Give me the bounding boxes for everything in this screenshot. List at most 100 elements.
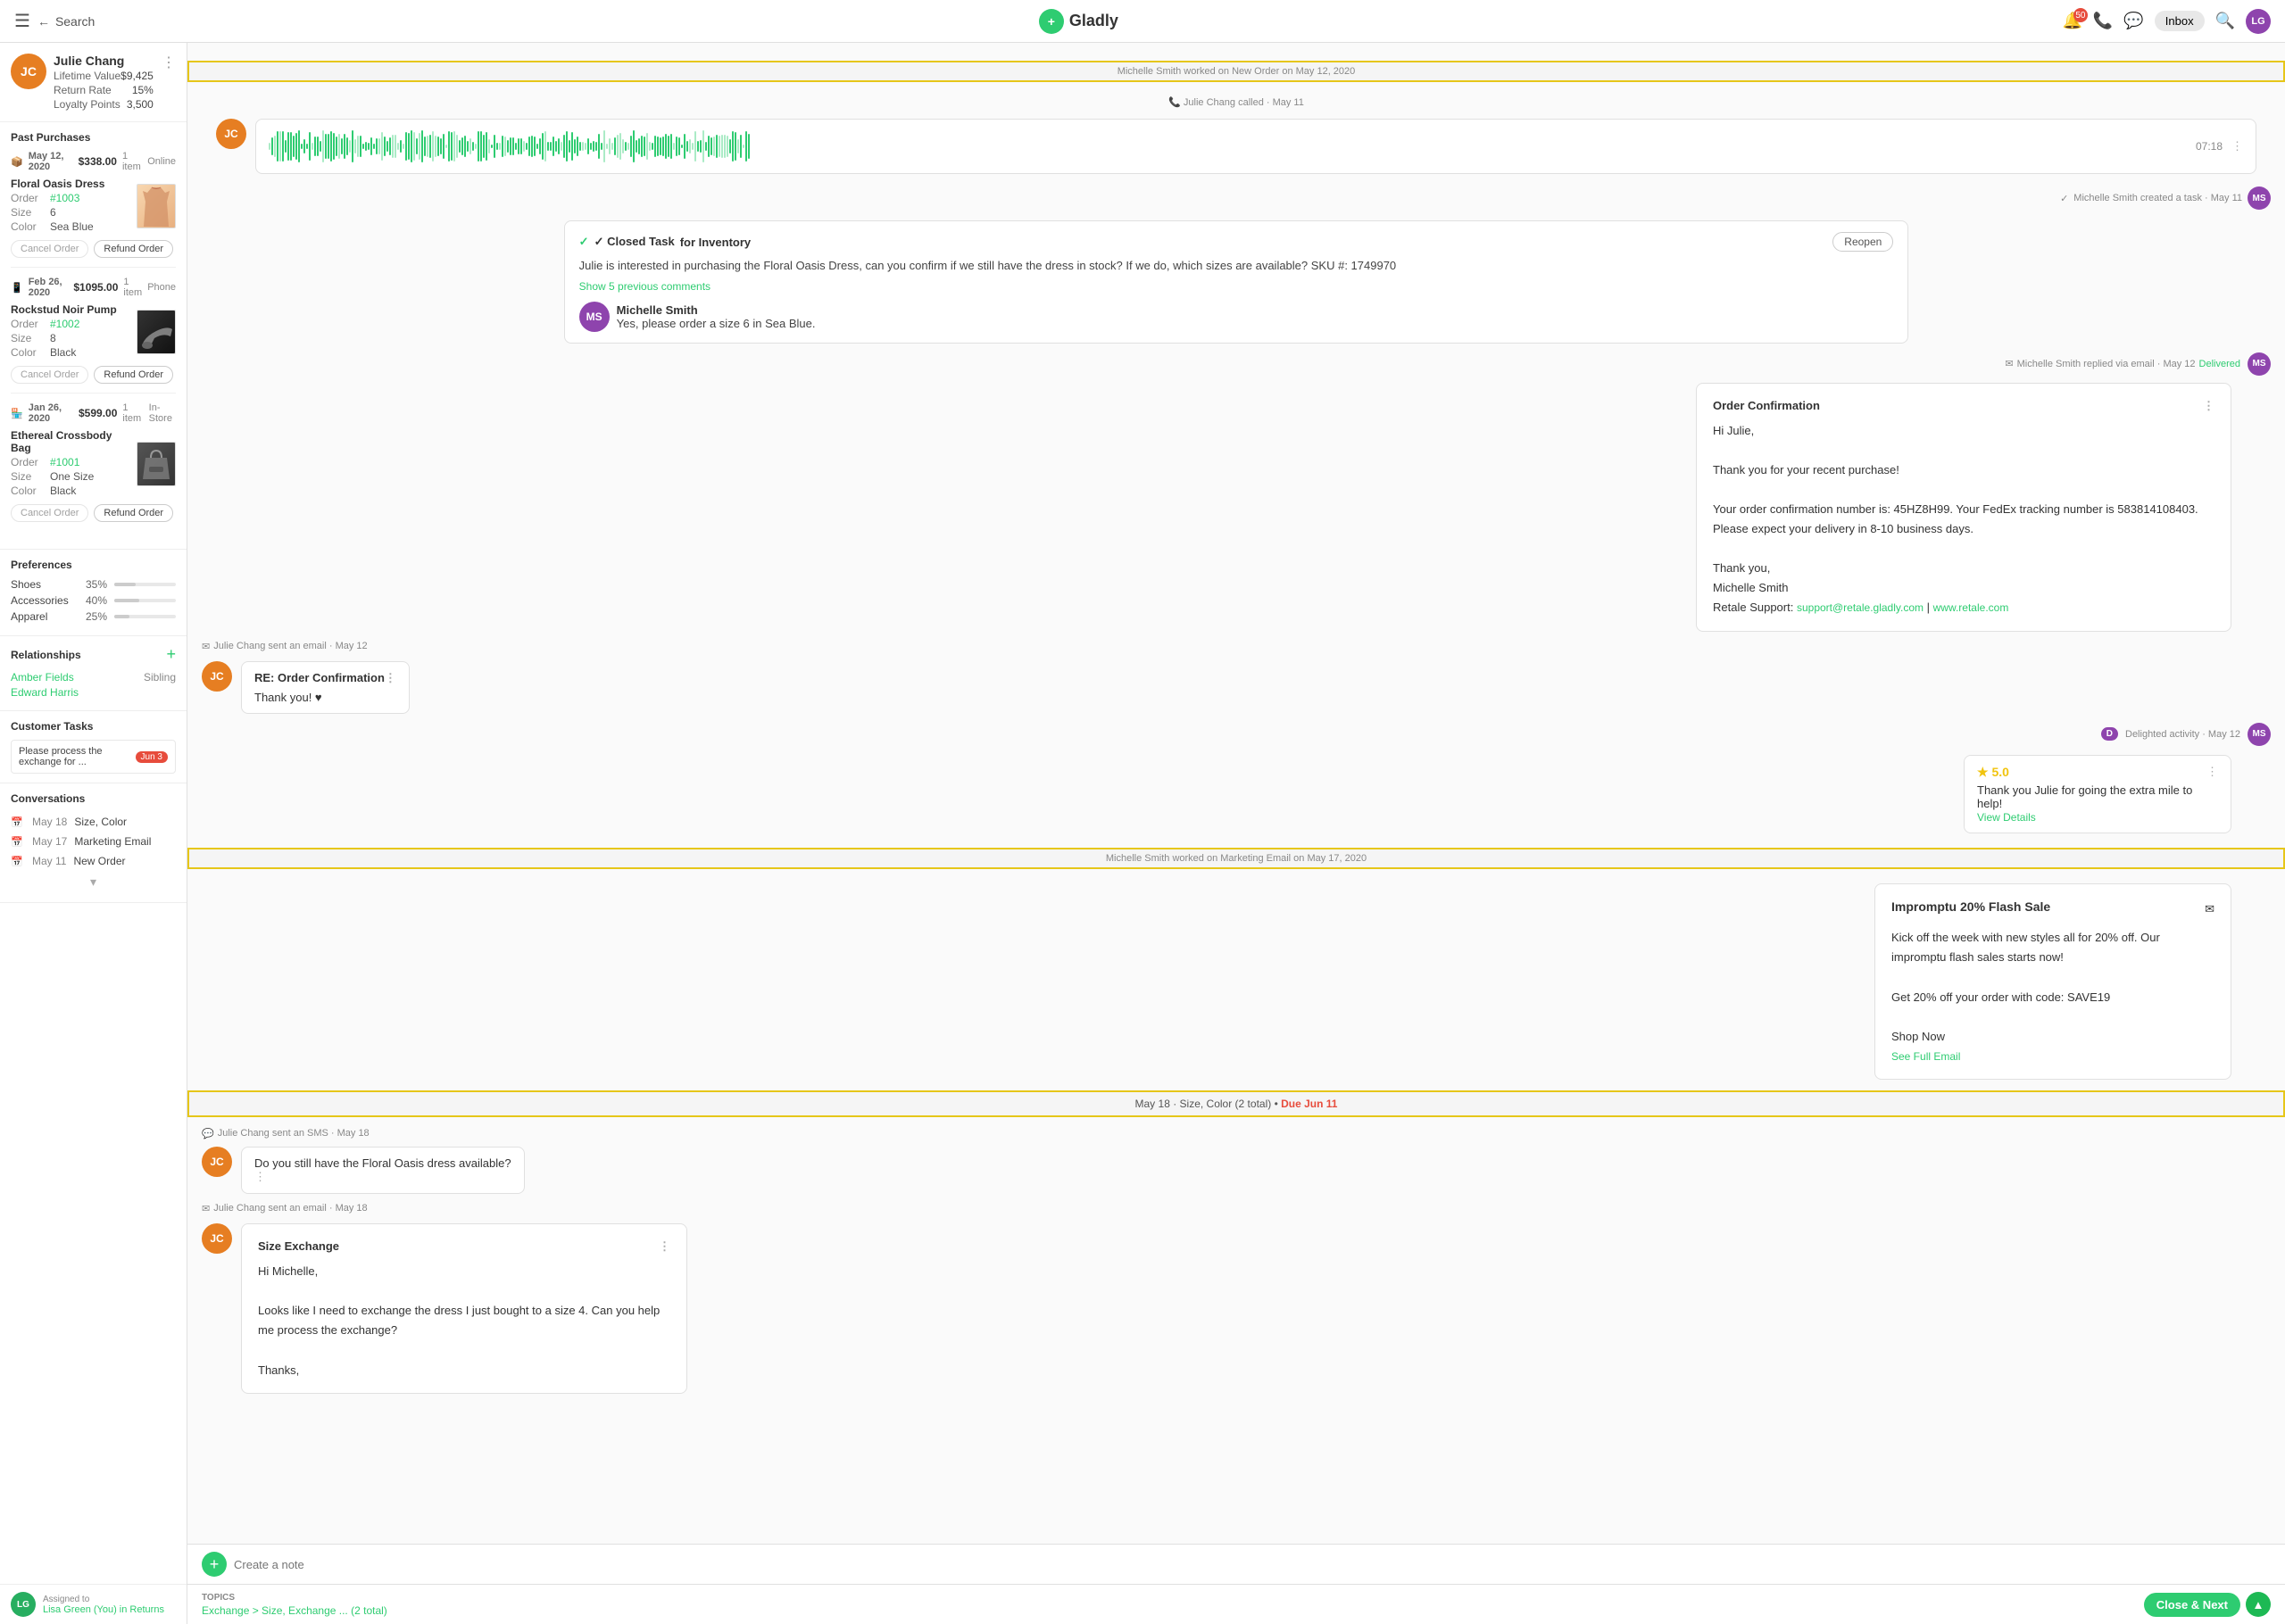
topics-bar: TOPICS Exchange > Size, Exchange ... (2 …	[187, 1584, 2285, 1624]
divider-new-order: Michelle Smith worked on New Order on Ma…	[187, 61, 2285, 82]
product-name-2: Rockstud Noir Pump	[11, 303, 129, 316]
marketing-email: Impromptu 20% Flash Sale ✉ Kick off the …	[1874, 883, 2231, 1080]
bottom-bar: +	[187, 1544, 2285, 1584]
reply-options-icon[interactable]: ⋮	[385, 671, 396, 685]
close-next-button[interactable]: Close & Next	[2144, 1593, 2240, 1617]
sms-row: JC Do you still have the Floral Oasis dr…	[187, 1143, 2285, 1197]
pref-accessories: Accessories 40%	[11, 594, 176, 607]
date-divider-may18: May 18 · Size, Color (2 total) • Due Jun…	[187, 1090, 2285, 1117]
more-options-button[interactable]: ⋮	[162, 54, 176, 71]
refund-order-btn-2[interactable]: Refund Order	[94, 366, 173, 384]
conversation-3[interactable]: 📅 May 11 New Order	[11, 851, 176, 871]
refund-order-btn-3[interactable]: Refund Order	[94, 504, 173, 522]
exchange-options-icon[interactable]: ⋮	[659, 1237, 670, 1256]
delighted-text: Thank you Julie for going the extra mile…	[1977, 783, 2218, 810]
michelle-avatar-delighted: MS	[2248, 723, 2271, 746]
order-link-3[interactable]: #1001	[50, 456, 79, 468]
refund-order-btn-1[interactable]: Refund Order	[94, 240, 173, 258]
relationship-2: Edward Harris	[11, 686, 176, 699]
inbox-button[interactable]: Inbox	[2155, 11, 2205, 31]
cancel-order-btn-3[interactable]: Cancel Order	[11, 504, 88, 522]
add-relationship-button[interactable]: +	[166, 645, 176, 664]
product-name-1: Floral Oasis Dress	[11, 178, 129, 190]
notification-badge: 50	[2073, 8, 2088, 22]
order-link-1[interactable]: #1003	[50, 192, 79, 204]
customer-avatar: JC	[11, 54, 46, 89]
chevron-up-button[interactable]: ▲	[2246, 1592, 2271, 1617]
show-comments-link[interactable]: Show 5 previous comments	[579, 280, 1894, 293]
customer-name: Julie Chang	[54, 54, 154, 68]
email-icon-sm: ✉	[2005, 358, 2013, 369]
call-icon: 📞	[1168, 97, 1181, 108]
note-input[interactable]	[234, 1558, 2271, 1571]
relationships-title: Relationships	[11, 649, 81, 661]
relationship-1: Amber Fields Sibling	[11, 671, 176, 684]
relationship-name-1[interactable]: Amber Fields	[11, 671, 74, 684]
chat-area: Michelle Smith worked on New Order on Ma…	[187, 43, 2285, 1544]
relationships-section: Relationships + Amber Fields Sibling Edw…	[0, 636, 187, 711]
email-greeting: Hi Julie,	[1713, 421, 2214, 441]
product-image-3	[137, 442, 176, 486]
conversation-2[interactable]: 📅 May 17 Marketing Email	[11, 832, 176, 851]
search-button[interactable]: ← Search	[37, 14, 95, 29]
sms-options-icon[interactable]: ⋮	[254, 1170, 266, 1183]
flash-sale-title: Impromptu 20% Flash Sale	[1891, 897, 2050, 918]
preferences-title: Preferences	[11, 559, 72, 571]
reopen-button[interactable]: Reopen	[1832, 232, 1893, 252]
conversations-chevron[interactable]: ▾	[11, 871, 176, 893]
task-text: Please process the exchange for ...	[19, 746, 132, 767]
email-close-icon[interactable]: ✉	[2205, 899, 2214, 919]
messages-button[interactable]: 💬	[2123, 12, 2143, 30]
flash-promo: Get 20% off your order with code: SAVE19	[1891, 988, 2214, 1007]
delighted-options-icon[interactable]: ⋮	[2206, 765, 2218, 779]
customer-tasks-section: Customer Tasks Please process the exchan…	[0, 711, 187, 783]
conversations-title: Conversations	[11, 792, 85, 805]
assigned-agent: Lisa Green (You) in Returns	[43, 1604, 164, 1615]
relationship-name-2[interactable]: Edward Harris	[11, 686, 79, 699]
see-full-email-link[interactable]: See Full Email	[1891, 1050, 1960, 1063]
size-exchange-email: Size Exchange ⋮ Hi Michelle, Looks like …	[241, 1223, 687, 1394]
reply-agent-name: Michelle Smith	[617, 303, 816, 317]
email-sign-thanks: Thank you,	[1713, 559, 2214, 578]
julie-reply-row: JC RE: Order Confirmation ⋮ Thank you! ♥	[187, 658, 2285, 717]
website-link[interactable]: www.retale.com	[1933, 601, 2009, 614]
order-confirmation-row: Order Confirmation ⋮ Hi Julie, Thank you…	[187, 379, 2285, 635]
order-link-2[interactable]: #1002	[50, 318, 79, 330]
view-details-link[interactable]: View Details	[1977, 811, 2036, 824]
task-due-badge: Jun 3	[136, 751, 168, 763]
search-label: Search	[55, 14, 95, 29]
purchase-date-3: 🏪 Jan 26, 2020 $599.00 1 item In-Store	[11, 402, 176, 424]
return-rate-label: Return Rate	[54, 84, 112, 96]
email-options-icon[interactable]: ⋮	[2203, 396, 2214, 416]
size-exchange-subject: Size Exchange	[258, 1237, 339, 1256]
phone-button[interactable]: 📞	[2093, 12, 2113, 30]
topics-value[interactable]: Exchange > Size, Exchange ... (2 total)	[202, 1604, 387, 1617]
user-avatar[interactable]: LG	[2246, 9, 2271, 34]
julie-avatar-audio: JC	[216, 119, 246, 149]
pref-shoes: Shoes 35%	[11, 578, 176, 591]
lifetime-value-label: Lifetime Value	[54, 70, 120, 82]
order-conf-title: Order Confirmation	[1713, 396, 1820, 416]
reply-text: Yes, please order a size 6 in Sea Blue.	[617, 317, 816, 330]
notifications-button[interactable]: 🔔 50	[2063, 12, 2082, 30]
hamburger-menu[interactable]: ☰	[14, 10, 30, 32]
cancel-order-btn-2[interactable]: Cancel Order	[11, 366, 88, 384]
audio-options-icon[interactable]: ⋮	[2231, 139, 2243, 153]
past-purchases-title: Past Purchases	[11, 131, 90, 144]
marketing-email-row: Impromptu 20% Flash Sale ✉ Kick off the …	[187, 880, 2285, 1083]
purchase-date-2: 📱 Feb 26, 2020 $1095.00 1 item Phone	[11, 277, 176, 298]
call-meta: 📞 Julie Chang called · May 11	[187, 93, 2285, 112]
search-icon-button[interactable]: 🔍	[2215, 12, 2235, 30]
add-note-button[interactable]: +	[202, 1552, 227, 1577]
delighted-meta: D Delighted activity · May 12 MS	[187, 717, 2285, 751]
closed-task-prefix: ✓ Closed Task	[594, 235, 675, 249]
cancel-order-btn-1[interactable]: Cancel Order	[11, 240, 88, 258]
support-email-link[interactable]: support@retale.gladly.com	[1797, 601, 1924, 614]
closed-task-body: Julie is interested in purchasing the Fl…	[579, 257, 1894, 275]
task-item[interactable]: Please process the exchange for ... Jun …	[11, 740, 176, 774]
conversation-1[interactable]: 📅 May 18 Size, Color	[11, 812, 176, 832]
loyalty-points: 3,500	[127, 98, 154, 111]
check-icon: ✓	[579, 235, 589, 249]
email-thanks: Thank you for your recent purchase!	[1713, 460, 2214, 480]
loyalty-label: Loyalty Points	[54, 98, 120, 111]
